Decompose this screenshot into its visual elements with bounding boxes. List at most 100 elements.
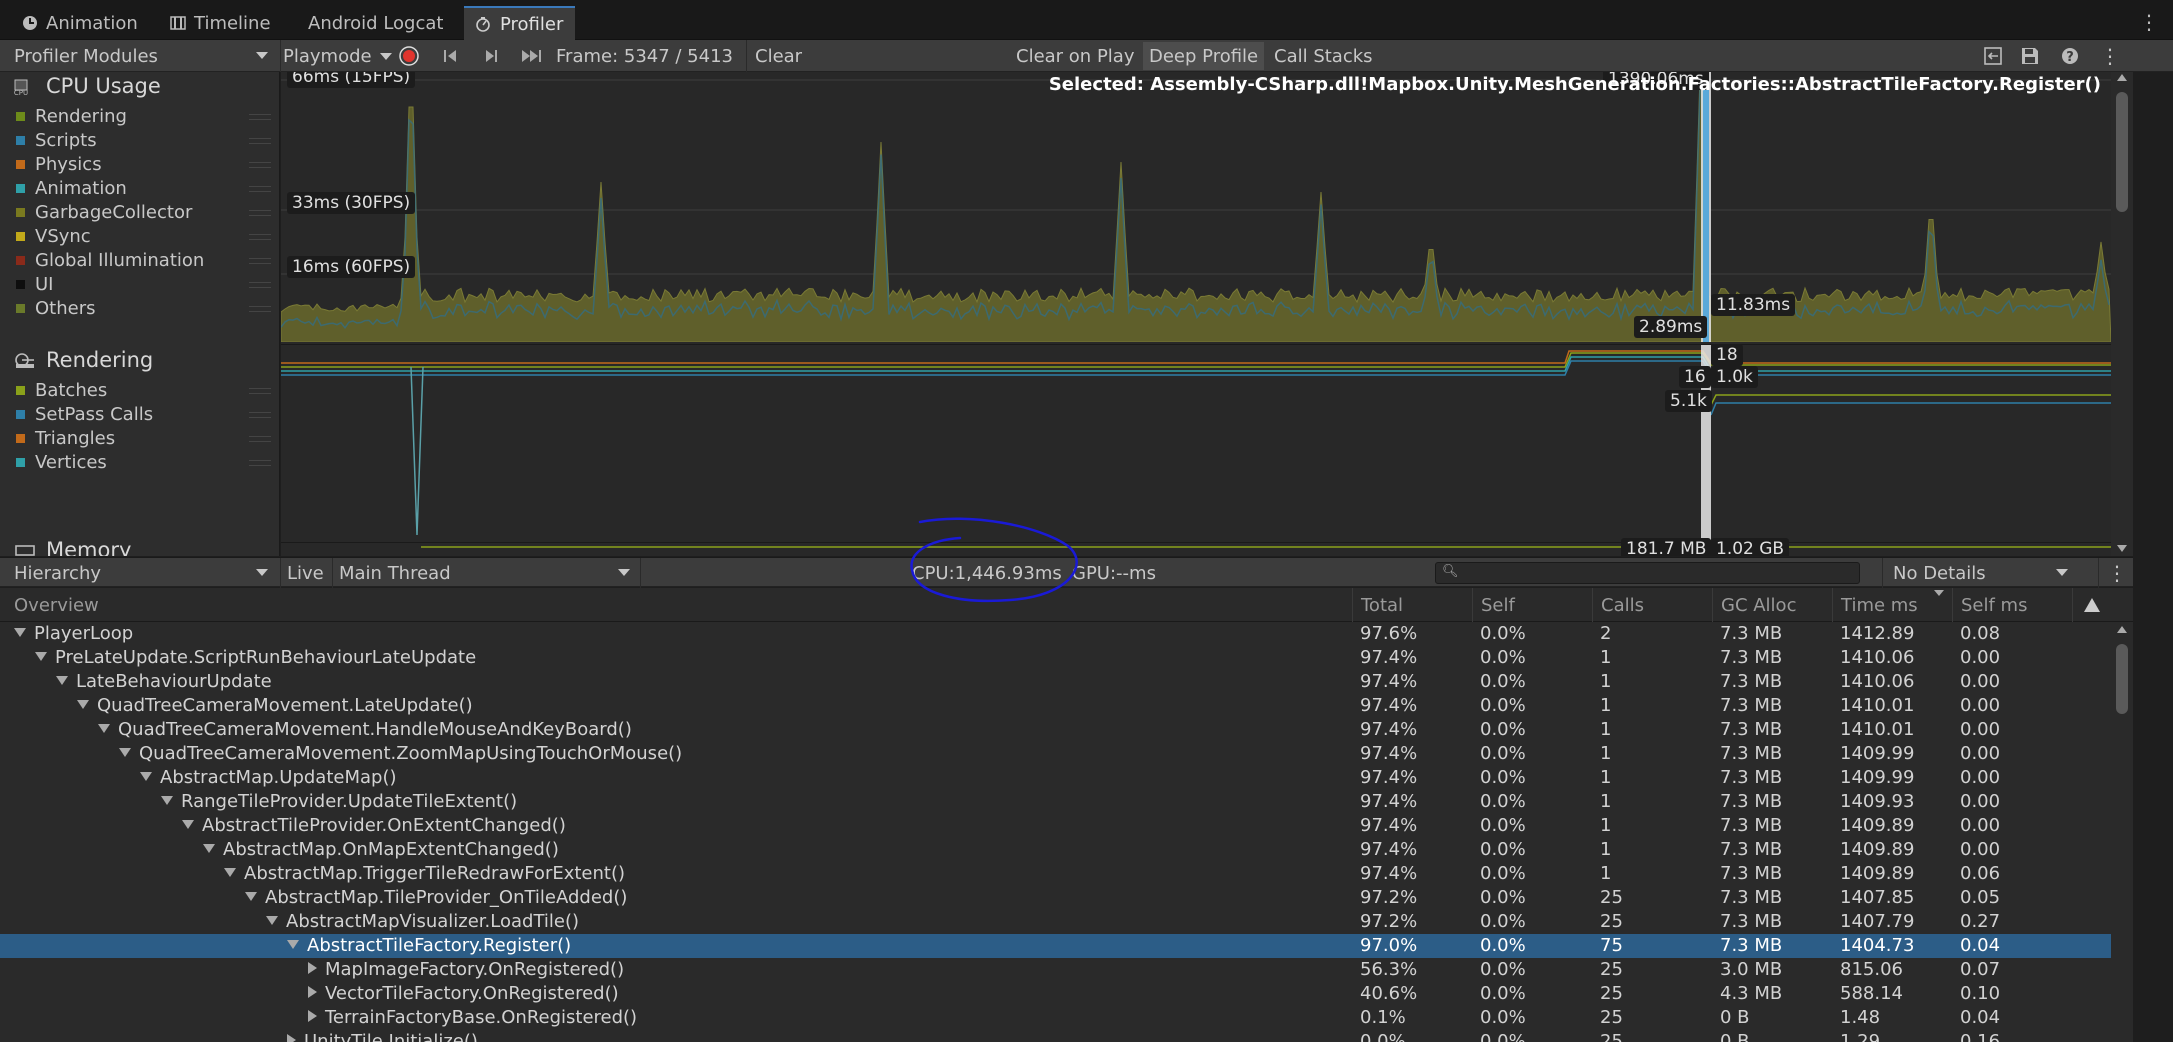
expanded-arrow-icon[interactable] xyxy=(224,867,236,877)
drag-handle-icon[interactable] xyxy=(249,258,271,264)
tab-menu-kebab-icon[interactable]: ⋮ xyxy=(2139,10,2159,34)
table-row[interactable]: AbstractTileProvider.OnExtentChanged() 97… xyxy=(0,814,2111,838)
drag-handle-icon[interactable] xyxy=(249,306,271,312)
expanded-arrow-icon[interactable] xyxy=(182,819,194,829)
expanded-arrow-icon[interactable] xyxy=(287,939,299,949)
expanded-arrow-icon[interactable] xyxy=(266,915,278,925)
toolbar-kebab-icon[interactable]: ⋮ xyxy=(2100,40,2120,72)
details-dropdown[interactable]: No Details xyxy=(1882,558,2078,588)
drag-handle-icon[interactable] xyxy=(249,412,271,418)
legend-item[interactable]: Rendering xyxy=(16,106,271,127)
table-row[interactable]: PlayerLoop 97.6% 0.0% 2 7.3 MB 1412.89 0.08 xyxy=(0,622,2111,646)
drag-handle-icon[interactable] xyxy=(249,388,271,394)
table-row[interactable]: AbstractMap.OnMapExtentChanged() 97.4% 0.0… xyxy=(0,838,2111,862)
table-row[interactable]: AbstractMapVisualizer.LoadTile() 97.2% 0.0… xyxy=(0,910,2111,934)
scroll-thumb[interactable] xyxy=(2116,92,2128,212)
expanded-arrow-icon[interactable] xyxy=(14,627,26,637)
drag-handle-icon[interactable] xyxy=(249,210,271,216)
drag-handle-icon[interactable] xyxy=(249,460,271,466)
column-calls[interactable]: Calls xyxy=(1592,588,1712,622)
column-options-button[interactable] xyxy=(2072,588,2111,622)
rendering-chart[interactable] xyxy=(281,344,2111,540)
column-self-ms[interactable]: Self ms xyxy=(1952,588,2072,622)
load-button[interactable] xyxy=(1982,40,2004,72)
column-self[interactable]: Self xyxy=(1472,588,1592,622)
help-button[interactable]: ? xyxy=(2060,40,2080,72)
deep-profile-button[interactable]: Deep Profile xyxy=(1143,42,1265,70)
clear-button[interactable]: Clear xyxy=(746,40,802,72)
table-row[interactable]: AbstractTileFactory.Register() 97.0% 0.0% 7… xyxy=(0,934,2111,958)
expanded-arrow-icon[interactable] xyxy=(245,891,257,901)
table-scrollbar[interactable] xyxy=(2111,622,2133,1042)
drag-handle-icon[interactable] xyxy=(249,162,271,168)
collapsed-arrow-icon[interactable] xyxy=(308,986,317,998)
table-row[interactable]: QuadTreeCameraMovement.ZoomMapUsingTouch… xyxy=(0,742,2111,766)
hierarchy-search-input[interactable]: 🔍︎ xyxy=(1435,562,1860,584)
table-row[interactable]: QuadTreeCameraMovement.LateUpdate() 97.4%… xyxy=(0,694,2111,718)
module-cpu-usage[interactable]: CPU CPU Usage xyxy=(14,74,161,98)
legend-item[interactable]: UI xyxy=(16,274,271,295)
expanded-arrow-icon[interactable] xyxy=(161,795,173,805)
view-type-dropdown[interactable]: Hierarchy xyxy=(14,558,274,588)
record-button[interactable] xyxy=(398,40,424,72)
thread-dropdown[interactable]: Main Thread xyxy=(332,558,640,588)
legend-item[interactable]: Triangles xyxy=(16,428,271,449)
scroll-thumb[interactable] xyxy=(2116,644,2128,714)
live-toggle[interactable]: Live xyxy=(280,558,324,588)
drag-handle-icon[interactable] xyxy=(249,234,271,240)
legend-item[interactable]: Physics xyxy=(16,154,271,175)
expanded-arrow-icon[interactable] xyxy=(98,723,110,733)
profiler-charts-area[interactable]: 66ms (15FPS) 33ms (30FPS) 16ms (60FPS) 1… xyxy=(281,72,2111,556)
drag-handle-icon[interactable] xyxy=(249,186,271,192)
first-frame-button[interactable] xyxy=(442,40,460,72)
last-frame-button[interactable] xyxy=(520,40,544,72)
expanded-arrow-icon[interactable] xyxy=(56,675,68,685)
charts-scrollbar[interactable] xyxy=(2111,72,2133,556)
legend-item[interactable]: SetPass Calls xyxy=(16,404,271,425)
table-row[interactable]: AbstractMap.UpdateMap() 97.4% 0.0% 1 7.3 MB 1… xyxy=(0,766,2111,790)
table-row[interactable]: UnityTile.Initialize() 0.0% 0.0% 25 0 B 1.29 0… xyxy=(0,1030,2111,1042)
expanded-arrow-icon[interactable] xyxy=(140,771,152,781)
drag-handle-icon[interactable] xyxy=(249,138,271,144)
table-row[interactable]: PreLateUpdate.ScriptRunBehaviourLateUpda… xyxy=(0,646,2111,670)
legend-item[interactable]: Vertices xyxy=(16,452,271,473)
table-row[interactable]: AbstractMap.TriggerTileRedrawForExtent()… xyxy=(0,862,2111,886)
table-row[interactable]: LateBehaviourUpdate 97.4% 0.0% 1 7.3 MB 1410.… xyxy=(0,670,2111,694)
tab-animation[interactable]: Animation xyxy=(10,6,150,40)
drag-handle-icon[interactable] xyxy=(249,436,271,442)
tab-timeline[interactable]: Timeline xyxy=(158,6,283,40)
legend-item[interactable]: Global Illumination xyxy=(16,250,271,271)
clear-on-play-button[interactable]: Clear on Play xyxy=(1016,40,1134,72)
legend-item[interactable]: VSync xyxy=(16,226,271,247)
profiler-modules-dropdown[interactable]: Profiler Modules xyxy=(14,40,274,72)
table-row[interactable]: RangeTileProvider.UpdateTileExtent() 97.4… xyxy=(0,790,2111,814)
tab-android-logcat[interactable]: Android Logcat xyxy=(296,6,455,40)
drag-handle-icon[interactable] xyxy=(249,282,271,288)
call-stacks-button[interactable]: Call Stacks xyxy=(1274,40,1373,72)
next-frame-button[interactable] xyxy=(482,40,500,72)
column-time-ms[interactable]: Time ms xyxy=(1832,588,1952,622)
table-row[interactable]: AbstractMap.TileProvider_OnTileAdded() 97… xyxy=(0,886,2111,910)
table-row[interactable]: MapImageFactory.OnRegistered() 56.3% 0.0% 2… xyxy=(0,958,2111,982)
table-row[interactable]: VectorTileFactory.OnRegistered() 40.6% 0.0… xyxy=(0,982,2111,1006)
hierarchy-kebab-icon[interactable]: ⋮ xyxy=(2098,558,2127,588)
legend-item[interactable]: Batches xyxy=(16,380,271,401)
expanded-arrow-icon[interactable] xyxy=(35,651,47,661)
column-gc-alloc[interactable]: GC Alloc xyxy=(1712,588,1832,622)
memory-chart[interactable] xyxy=(281,542,2111,556)
scroll-down-arrow-icon[interactable] xyxy=(2117,545,2127,552)
column-overview[interactable]: Overview xyxy=(0,588,1352,622)
target-dropdown[interactable]: Playmode xyxy=(280,40,392,72)
scroll-up-arrow-icon[interactable] xyxy=(2117,74,2127,81)
legend-item[interactable]: Scripts xyxy=(16,130,271,151)
collapsed-arrow-icon[interactable] xyxy=(287,1034,296,1042)
save-button[interactable] xyxy=(2020,40,2040,72)
legend-item[interactable]: Others xyxy=(16,298,271,319)
column-total[interactable]: Total xyxy=(1352,588,1472,622)
scroll-up-arrow-icon[interactable] xyxy=(2117,626,2127,633)
table-row[interactable]: TerrainFactoryBase.OnRegistered() 0.1% 0.0… xyxy=(0,1006,2111,1030)
module-memory[interactable]: Memory xyxy=(14,538,131,556)
cpu-usage-chart[interactable] xyxy=(281,72,2111,342)
expanded-arrow-icon[interactable] xyxy=(203,843,215,853)
legend-item[interactable]: Animation xyxy=(16,178,271,199)
